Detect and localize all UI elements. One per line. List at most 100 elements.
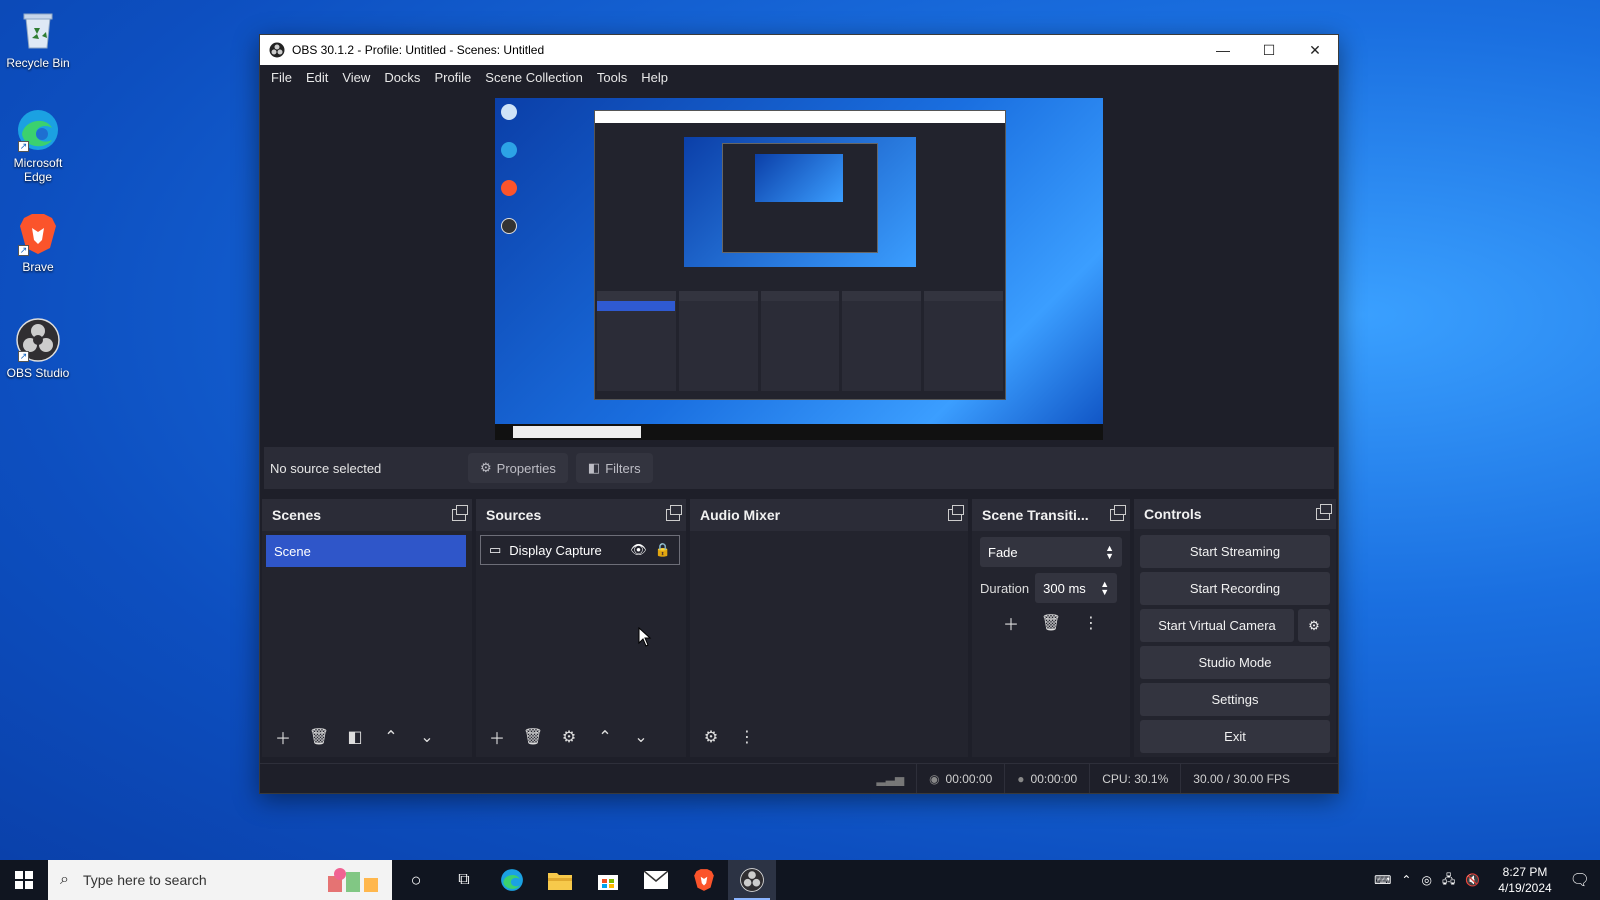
studio-mode-button[interactable]: Studio Mode <box>1140 646 1330 679</box>
title-bar[interactable]: OBS 30.1.2 - Profile: Untitled - Scenes:… <box>260 35 1338 65</box>
taskbar-search-box[interactable]: ⌕ Type here to search <box>48 860 392 900</box>
lock-icon[interactable]: 🔒 <box>655 542 671 558</box>
undock-icon[interactable] <box>452 505 468 521</box>
undock-icon[interactable] <box>1316 504 1332 520</box>
controls-header: Controls <box>1134 499 1336 529</box>
taskbar-mail[interactable] <box>632 860 680 900</box>
settings-button[interactable]: Settings <box>1140 683 1330 716</box>
remove-transition-button[interactable]: 🗑 <box>1036 609 1066 637</box>
spinner-arrows-icon: ▲ ▼ <box>1100 579 1110 597</box>
chevron-down-icon: ⌄ <box>420 729 434 746</box>
desktop-icon-label: Microsoft Edge <box>13 156 63 184</box>
desktop-icon-edge[interactable]: ↗ Microsoft Edge <box>4 108 72 184</box>
filters-button[interactable]: ◧ Filters <box>575 453 653 483</box>
taskbar-file-explorer[interactable] <box>536 860 584 900</box>
desktop-icon-obs[interactable]: ↗ OBS Studio <box>4 318 72 380</box>
move-scene-up-button[interactable]: ⌃ <box>376 723 406 751</box>
move-scene-down-button[interactable]: ⌄ <box>412 723 442 751</box>
source-list-item[interactable]: ▭ Display Capture 👁 🔒 <box>480 535 680 565</box>
close-button[interactable]: ✕ <box>1292 35 1338 65</box>
search-icon: ⌕ <box>60 871 69 888</box>
transition-buttons: ＋ 🗑 ⋮ <box>972 609 1130 637</box>
search-highlight-icon <box>328 868 378 892</box>
undock-icon[interactable] <box>1110 505 1126 521</box>
chevron-up-icon[interactable]: ⌃ <box>1401 873 1411 887</box>
scenes-list: Scene <box>262 531 472 717</box>
audio-menu-button[interactable]: ⋮ <box>732 723 762 751</box>
network-icon[interactable]: 🖧 <box>1442 870 1455 891</box>
volume-muted-icon[interactable]: 🔇 <box>1465 873 1480 887</box>
gear-icon: ⚙ <box>1308 617 1320 633</box>
advanced-audio-button[interactable]: ⚙ <box>696 723 726 751</box>
virtual-camera-settings-button[interactable]: ⚙ <box>1298 609 1330 642</box>
scene-filters-button[interactable]: ◧ <box>340 723 370 751</box>
duration-spinbox[interactable]: 300 ms ▲ ▼ <box>1035 573 1118 603</box>
undock-icon[interactable] <box>948 505 964 521</box>
add-scene-button[interactable]: ＋ <box>268 723 298 751</box>
taskbar-obs[interactable] <box>728 860 776 900</box>
source-properties-button[interactable]: ⚙ <box>554 723 584 751</box>
obs-icon <box>740 868 764 892</box>
transitions-title: Scene Transiti... <box>982 507 1089 523</box>
obs-icon: ↗ <box>16 318 60 362</box>
window-title: OBS 30.1.2 - Profile: Untitled - Scenes:… <box>292 43 545 57</box>
broadcast-icon: ◉ <box>929 771 940 786</box>
scene-name: Scene <box>274 543 311 559</box>
transition-menu-button[interactable]: ⋮ <box>1076 609 1106 637</box>
desktop-icon-brave[interactable]: ↗ Brave <box>4 212 72 274</box>
start-virtual-camera-button[interactable]: Start Virtual Camera <box>1140 609 1294 642</box>
start-button[interactable] <box>0 860 48 900</box>
desktop-icon-recycle-bin[interactable]: Recycle Bin <box>4 8 72 70</box>
move-source-up-button[interactable]: ⌃ <box>590 723 620 751</box>
status-bar: ▂▃▅ ◉ 00:00:00 ● 00:00:00 CPU: 30.1% 30.… <box>260 763 1338 793</box>
undock-icon[interactable] <box>666 505 682 521</box>
task-view-button[interactable]: ⧉ <box>440 860 488 900</box>
remove-source-button[interactable]: 🗑 <box>518 723 548 751</box>
keyboard-icon[interactable]: ⌨ <box>1374 873 1391 887</box>
gears-icon: ⚙ <box>703 729 719 746</box>
notifications-icon[interactable]: 🗨 <box>1570 870 1590 890</box>
taskbar-brave[interactable] <box>680 860 728 900</box>
menu-edit[interactable]: Edit <box>299 70 335 85</box>
chevron-up-icon: ⌃ <box>384 729 398 746</box>
menu-tools[interactable]: Tools <box>590 70 634 85</box>
trash-icon: 🗑 <box>1040 615 1062 632</box>
maximize-button[interactable]: ☐ <box>1246 35 1292 65</box>
scene-list-item[interactable]: Scene <box>266 535 466 567</box>
menu-file[interactable]: File <box>264 70 299 85</box>
menu-profile[interactable]: Profile <box>427 70 478 85</box>
virtual-camera-row: Start Virtual Camera ⚙ <box>1140 609 1330 642</box>
menu-scene-collection[interactable]: Scene Collection <box>478 70 590 85</box>
menu-docks[interactable]: Docks <box>377 70 427 85</box>
audio-mixer-dock: Audio Mixer ⚙ ⋮ <box>690 499 968 757</box>
obs-icon <box>269 42 285 58</box>
add-source-button[interactable]: ＋ <box>482 723 512 751</box>
circle-icon: ○ <box>410 869 422 890</box>
properties-label: Properties <box>496 460 556 476</box>
taskbar-store[interactable] <box>584 860 632 900</box>
remove-scene-button[interactable]: 🗑 <box>304 723 334 751</box>
start-streaming-button[interactable]: Start Streaming <box>1140 535 1330 568</box>
move-source-down-button[interactable]: ⌄ <box>626 723 656 751</box>
menu-help[interactable]: Help <box>634 70 675 85</box>
search-placeholder: Type here to search <box>82 872 207 888</box>
record-dot-icon: ● <box>1017 771 1025 786</box>
preview-nested-window <box>594 110 1006 400</box>
preview-desktop-icon <box>501 142 517 158</box>
program-preview[interactable] <box>495 98 1103 440</box>
taskbar-clock[interactable]: 8:27 PM 4/19/2024 <box>1498 864 1551 896</box>
audio-mixer-title: Audio Mixer <box>700 507 781 523</box>
start-recording-button[interactable]: Start Recording <box>1140 572 1330 605</box>
minimize-button[interactable]: — <box>1200 35 1246 65</box>
taskbar-edge[interactable] <box>488 860 536 900</box>
add-transition-button[interactable]: ＋ <box>996 609 1026 637</box>
sources-dock-header: Sources <box>476 499 686 531</box>
properties-button[interactable]: ⚙ Properties <box>468 453 568 483</box>
camera-icon[interactable]: ◎ <box>1421 873 1431 887</box>
transition-select[interactable]: Fade ▲ ▼ <box>980 537 1122 567</box>
cortana-button[interactable]: ○ <box>392 860 440 900</box>
exit-button[interactable]: Exit <box>1140 720 1330 753</box>
menu-view[interactable]: View <box>335 70 377 85</box>
audio-mixer-footer: ⚙ ⋮ <box>690 717 968 757</box>
eye-icon[interactable]: 👁 <box>630 542 647 558</box>
